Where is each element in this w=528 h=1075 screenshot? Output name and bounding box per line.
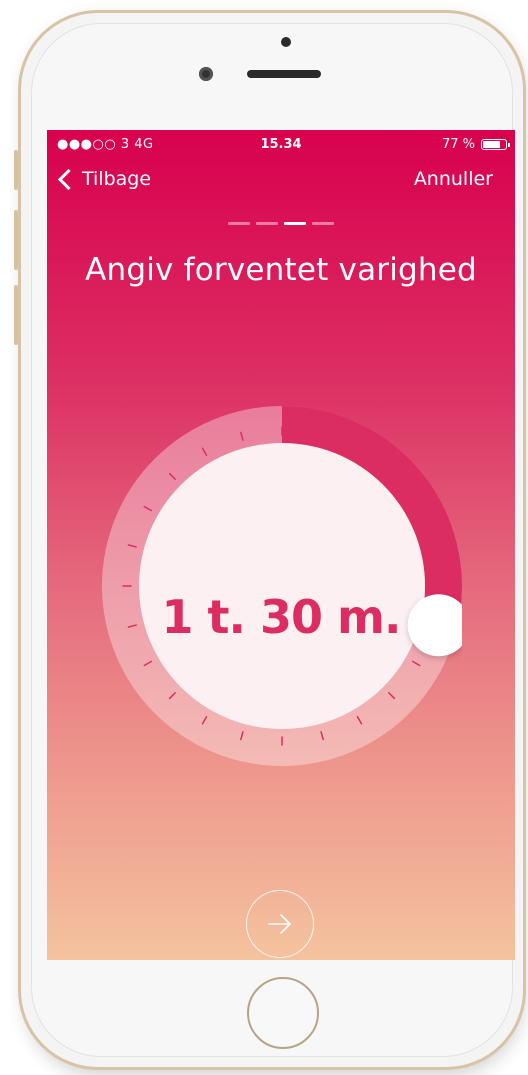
step-4 [312,222,334,225]
device-frame: ●●●○○ 3 4G 15.34 77 % Tilbage Annuller A… [0,0,528,1075]
cancel-button[interactable]: Annuller [414,168,493,190]
navigation-bar: Tilbage Annuller [47,168,515,198]
battery-tip [508,143,510,147]
back-label: Tilbage [82,168,152,190]
front-camera [199,67,213,81]
step-indicator [47,222,515,225]
duration-value: 1 t. 30 m. [161,590,402,644]
battery-percent: 77 % [441,137,475,152]
step-2 [256,222,278,225]
arrow-right-icon [268,914,291,934]
home-button[interactable] [247,977,319,1049]
duration-dial[interactable] [102,405,462,767]
step-3 [284,222,306,225]
next-button[interactable] [246,890,314,958]
battery-fill [483,141,500,148]
app-screen: ●●●○○ 3 4G 15.34 77 % Tilbage Annuller A… [47,130,515,960]
step-1 [228,222,250,225]
battery-icon [481,139,510,150]
proximity-sensor [281,37,291,47]
back-button[interactable]: Tilbage [57,168,152,190]
earpiece-speaker [247,70,321,78]
chevron-left-icon [57,168,80,190]
status-bar: ●●●○○ 3 4G 15.34 77 % [47,130,515,158]
battery-status: 77 % [441,137,510,152]
dial-center [139,443,425,729]
page-title: Angiv forventet varighed [85,252,477,288]
